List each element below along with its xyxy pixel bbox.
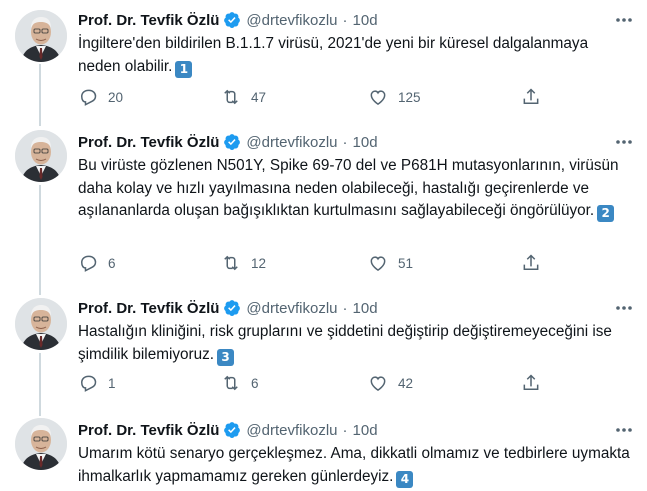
avatar[interactable] [15, 10, 67, 62]
tweet-header: Prof. Dr. Tevfik Özlü @drtevfikozlu · 10… [78, 10, 378, 30]
heart-icon [370, 90, 386, 105]
reply-button[interactable]: 20 [78, 87, 123, 107]
reply-count: 6 [108, 255, 116, 271]
separator-dot: · [342, 11, 348, 29]
verified-badge-icon [223, 11, 241, 29]
retweet-icon [224, 375, 238, 391]
timestamp[interactable]: 10d [353, 300, 378, 317]
retweet-button[interactable]: 47 [221, 87, 266, 107]
share-icon [523, 374, 539, 390]
author-name[interactable]: Prof. Dr. Tevfik Özlü [78, 422, 219, 439]
share-button[interactable] [521, 373, 551, 393]
like-button[interactable]: 51 [368, 253, 413, 273]
reply-count: 20 [108, 89, 124, 105]
tweet[interactable]: Prof. Dr. Tevfik Özlü @drtevfikozlu · 10… [0, 122, 647, 290]
timestamp[interactable]: 10d [353, 134, 378, 151]
verified-badge-icon [223, 299, 241, 317]
like-count: 125 [398, 89, 421, 105]
tweet-text: İngiltere'den bildirilen B.1.1.7 virüsü,… [78, 33, 633, 78]
like-count: 51 [398, 255, 414, 271]
author-name[interactable]: Prof. Dr. Tevfik Özlü [78, 300, 219, 317]
tweet-text-content: Bu virüste gözlenen N501Y, Spike 69-70 d… [78, 157, 619, 219]
avatar[interactable] [15, 418, 67, 470]
tweet-actions: 20 47 125 [78, 86, 548, 108]
retweet-count: 12 [251, 255, 267, 271]
keycap-number-emoji: 1 [175, 60, 193, 78]
keycap-number-emoji: 3 [217, 348, 234, 366]
tweet-header: Prof. Dr. Tevfik Özlü @drtevfikozlu · 10… [78, 298, 378, 318]
like-button[interactable]: 42 [368, 373, 413, 393]
tweet-text: Hastalığın kliniğini, risk gruplarını ve… [78, 321, 633, 366]
author-handle[interactable]: @drtevfikozlu [246, 300, 337, 317]
tweet[interactable]: Prof. Dr. Tevfik Özlü @drtevfikozlu · 10… [0, 0, 647, 122]
separator-dot: · [342, 421, 348, 439]
reply-button[interactable]: 1 [78, 373, 116, 393]
retweet-button[interactable]: 12 [221, 253, 266, 273]
heart-icon [370, 376, 386, 391]
reply-button[interactable]: 6 [78, 253, 116, 273]
tweet[interactable]: Prof. Dr. Tevfik Özlü @drtevfikozlu · 10… [0, 412, 647, 491]
timestamp[interactable]: 10d [353, 422, 378, 439]
tweet-actions: 6 12 51 [78, 252, 548, 274]
share-icon [523, 88, 539, 104]
more-icon[interactable] [614, 12, 634, 28]
tweet-thread: Prof. Dr. Tevfik Özlü @drtevfikozlu · 10… [0, 0, 647, 491]
tweet-header: Prof. Dr. Tevfik Özlü @drtevfikozlu · 10… [78, 132, 378, 152]
share-button[interactable] [521, 87, 551, 107]
author-handle[interactable]: @drtevfikozlu [246, 422, 337, 439]
keycap-number-emoji: 4 [396, 470, 414, 488]
separator-dot: · [342, 133, 348, 151]
tweet-header: Prof. Dr. Tevfik Özlü @drtevfikozlu · 10… [78, 420, 378, 440]
heart-icon [370, 256, 386, 271]
share-icon [523, 254, 539, 270]
avatar[interactable] [15, 298, 67, 350]
tweet[interactable]: Prof. Dr. Tevfik Özlü @drtevfikozlu · 10… [0, 290, 647, 412]
author-handle[interactable]: @drtevfikozlu [246, 134, 337, 151]
share-button[interactable] [521, 253, 551, 273]
like-count: 42 [398, 375, 414, 391]
tweet-actions: 1 6 42 [78, 372, 548, 394]
reply-count: 1 [108, 375, 116, 391]
separator-dot: · [342, 299, 348, 317]
retweet-icon [224, 89, 238, 105]
more-icon[interactable] [614, 300, 634, 316]
retweet-icon [224, 255, 238, 271]
author-name[interactable]: Prof. Dr. Tevfik Özlü [78, 12, 219, 29]
reply-icon [80, 375, 97, 392]
retweet-count: 47 [251, 89, 267, 105]
tweet-text: Umarım kötü senaryo gerçekleşmez. Ama, d… [78, 443, 633, 488]
verified-badge-icon [223, 421, 241, 439]
author-handle[interactable]: @drtevfikozlu [246, 12, 337, 29]
tweet-text-content: Hastalığın kliniğini, risk gruplarını ve… [78, 323, 612, 363]
tweet-text-content: Umarım kötü senaryo gerçekleşmez. Ama, d… [78, 445, 630, 485]
verified-badge-icon [223, 133, 241, 151]
tweet-text-content: İngiltere'den bildirilen B.1.1.7 virüsü,… [78, 35, 589, 75]
tweet-text: Bu virüste gözlenen N501Y, Spike 69-70 d… [78, 155, 633, 223]
retweet-button[interactable]: 6 [221, 373, 259, 393]
retweet-count: 6 [251, 375, 259, 391]
reply-icon [80, 89, 97, 106]
like-button[interactable]: 125 [368, 87, 421, 107]
author-name[interactable]: Prof. Dr. Tevfik Özlü [78, 134, 219, 151]
reply-icon [80, 255, 97, 272]
avatar[interactable] [15, 130, 67, 182]
keycap-number-emoji: 2 [597, 205, 615, 222]
more-icon[interactable] [614, 422, 634, 438]
more-icon[interactable] [614, 134, 634, 150]
timestamp[interactable]: 10d [353, 12, 378, 29]
